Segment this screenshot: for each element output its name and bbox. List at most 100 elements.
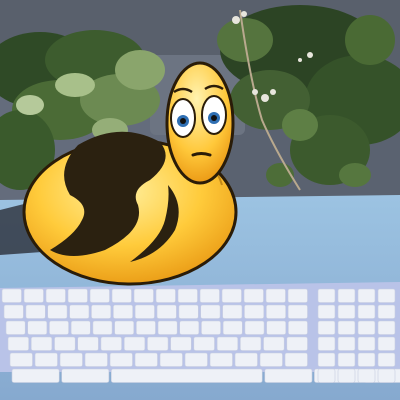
numpad-key	[337, 368, 356, 383]
keyboard	[0, 282, 400, 383]
keyboard-key	[111, 288, 132, 303]
keyboard-key	[25, 304, 46, 319]
keyboard-key	[77, 336, 99, 351]
keyboard-key	[91, 304, 112, 319]
keyboard-key	[244, 320, 265, 335]
numpad-key	[337, 336, 356, 351]
keyboard-key	[243, 288, 264, 303]
numpad-key	[377, 352, 396, 367]
numpad-key	[337, 288, 356, 303]
keyboard-key	[199, 288, 220, 303]
scene-svg	[0, 0, 400, 400]
numpad-key	[317, 336, 336, 351]
keyboard-key	[287, 288, 308, 303]
numpad-key	[357, 288, 376, 303]
keyboard-key	[1, 288, 22, 303]
keyboard-key	[147, 336, 169, 351]
keyboard-key	[284, 352, 308, 367]
keyboard-key	[114, 320, 135, 335]
mascot-left-pupil	[180, 118, 186, 124]
numpad-key	[357, 320, 376, 335]
keyboard-key	[11, 368, 60, 383]
keyboard-key	[184, 352, 208, 367]
keyboard-key	[287, 320, 308, 335]
keyboard-key	[156, 304, 177, 319]
keyboard-key	[59, 352, 83, 367]
numpad-key	[317, 352, 336, 367]
keyboard-key	[266, 320, 287, 335]
keyboard-key	[222, 320, 243, 335]
keyboard-key	[179, 320, 200, 335]
keyboard-key	[133, 288, 154, 303]
numpad-key	[317, 368, 336, 383]
keyboard-key	[209, 352, 233, 367]
numpad-key	[357, 368, 376, 383]
keyboard-key	[221, 288, 242, 303]
keyboard-key	[27, 320, 48, 335]
keyboard-key	[134, 352, 158, 367]
keyboard-key	[240, 336, 262, 351]
keyboard-key	[67, 288, 88, 303]
keyboard-key	[45, 288, 66, 303]
keyboard-key	[9, 352, 33, 367]
keyboard-key	[89, 288, 110, 303]
keyboard-key	[113, 304, 134, 319]
keyboard-key	[287, 304, 308, 319]
mascot-right-pupil	[211, 115, 217, 121]
numpad-key	[357, 336, 376, 351]
keyboard-key	[159, 352, 183, 367]
numpad-key	[377, 320, 396, 335]
keyboard-key	[47, 304, 68, 319]
numpad-key	[357, 352, 376, 367]
keyboard-key	[5, 320, 26, 335]
keyboard-key	[34, 352, 58, 367]
keyboard-key	[265, 288, 286, 303]
keyboard-key	[134, 304, 155, 319]
keyboard-key	[100, 336, 122, 351]
numpad-key	[337, 304, 356, 319]
numpad-key	[377, 304, 396, 319]
keyboard-key	[216, 336, 239, 351]
keyboard-key	[84, 352, 108, 367]
keyboard-key	[201, 320, 221, 335]
keyboard-key	[49, 320, 69, 335]
keyboard-key	[109, 352, 133, 367]
keyboard-key	[234, 352, 258, 367]
keyboard-key	[259, 352, 283, 367]
keyboard-key	[123, 336, 146, 351]
keyboard-key	[264, 368, 313, 383]
keyboard-key	[136, 320, 156, 335]
numpad-key	[337, 320, 356, 335]
numpad-key	[377, 336, 396, 351]
keyboard-key	[111, 368, 263, 383]
keyboard-key	[157, 320, 178, 335]
keyboard-key	[92, 320, 113, 335]
numpad-key	[317, 288, 336, 303]
keyboard-key	[54, 336, 76, 351]
photo-scene	[0, 0, 400, 400]
numpad-key	[317, 320, 336, 335]
keyboard-key	[23, 288, 44, 303]
keyboard-key	[3, 304, 24, 319]
numpad-key	[357, 304, 376, 319]
keyboard-key	[61, 368, 110, 383]
keyboard-key	[70, 320, 91, 335]
numpad-key	[377, 288, 396, 303]
keyboard-key	[155, 288, 176, 303]
keyboard-key	[286, 336, 308, 351]
keyboard-key	[263, 336, 285, 351]
keyboard-key	[200, 304, 221, 319]
keyboard-key	[7, 336, 30, 351]
keyboard-key	[177, 288, 198, 303]
keyboard-key	[69, 304, 90, 319]
keyboard-key	[193, 336, 215, 351]
keyboard-key	[30, 336, 53, 351]
keyboard-key	[244, 304, 265, 319]
numpad-key	[337, 352, 356, 367]
numpad-key	[317, 304, 336, 319]
numpad-key	[377, 368, 396, 383]
keyboard-key	[265, 304, 286, 319]
keyboard-key	[170, 336, 192, 351]
mascot-mouth	[191, 152, 212, 157]
keyboard-key	[222, 304, 243, 319]
